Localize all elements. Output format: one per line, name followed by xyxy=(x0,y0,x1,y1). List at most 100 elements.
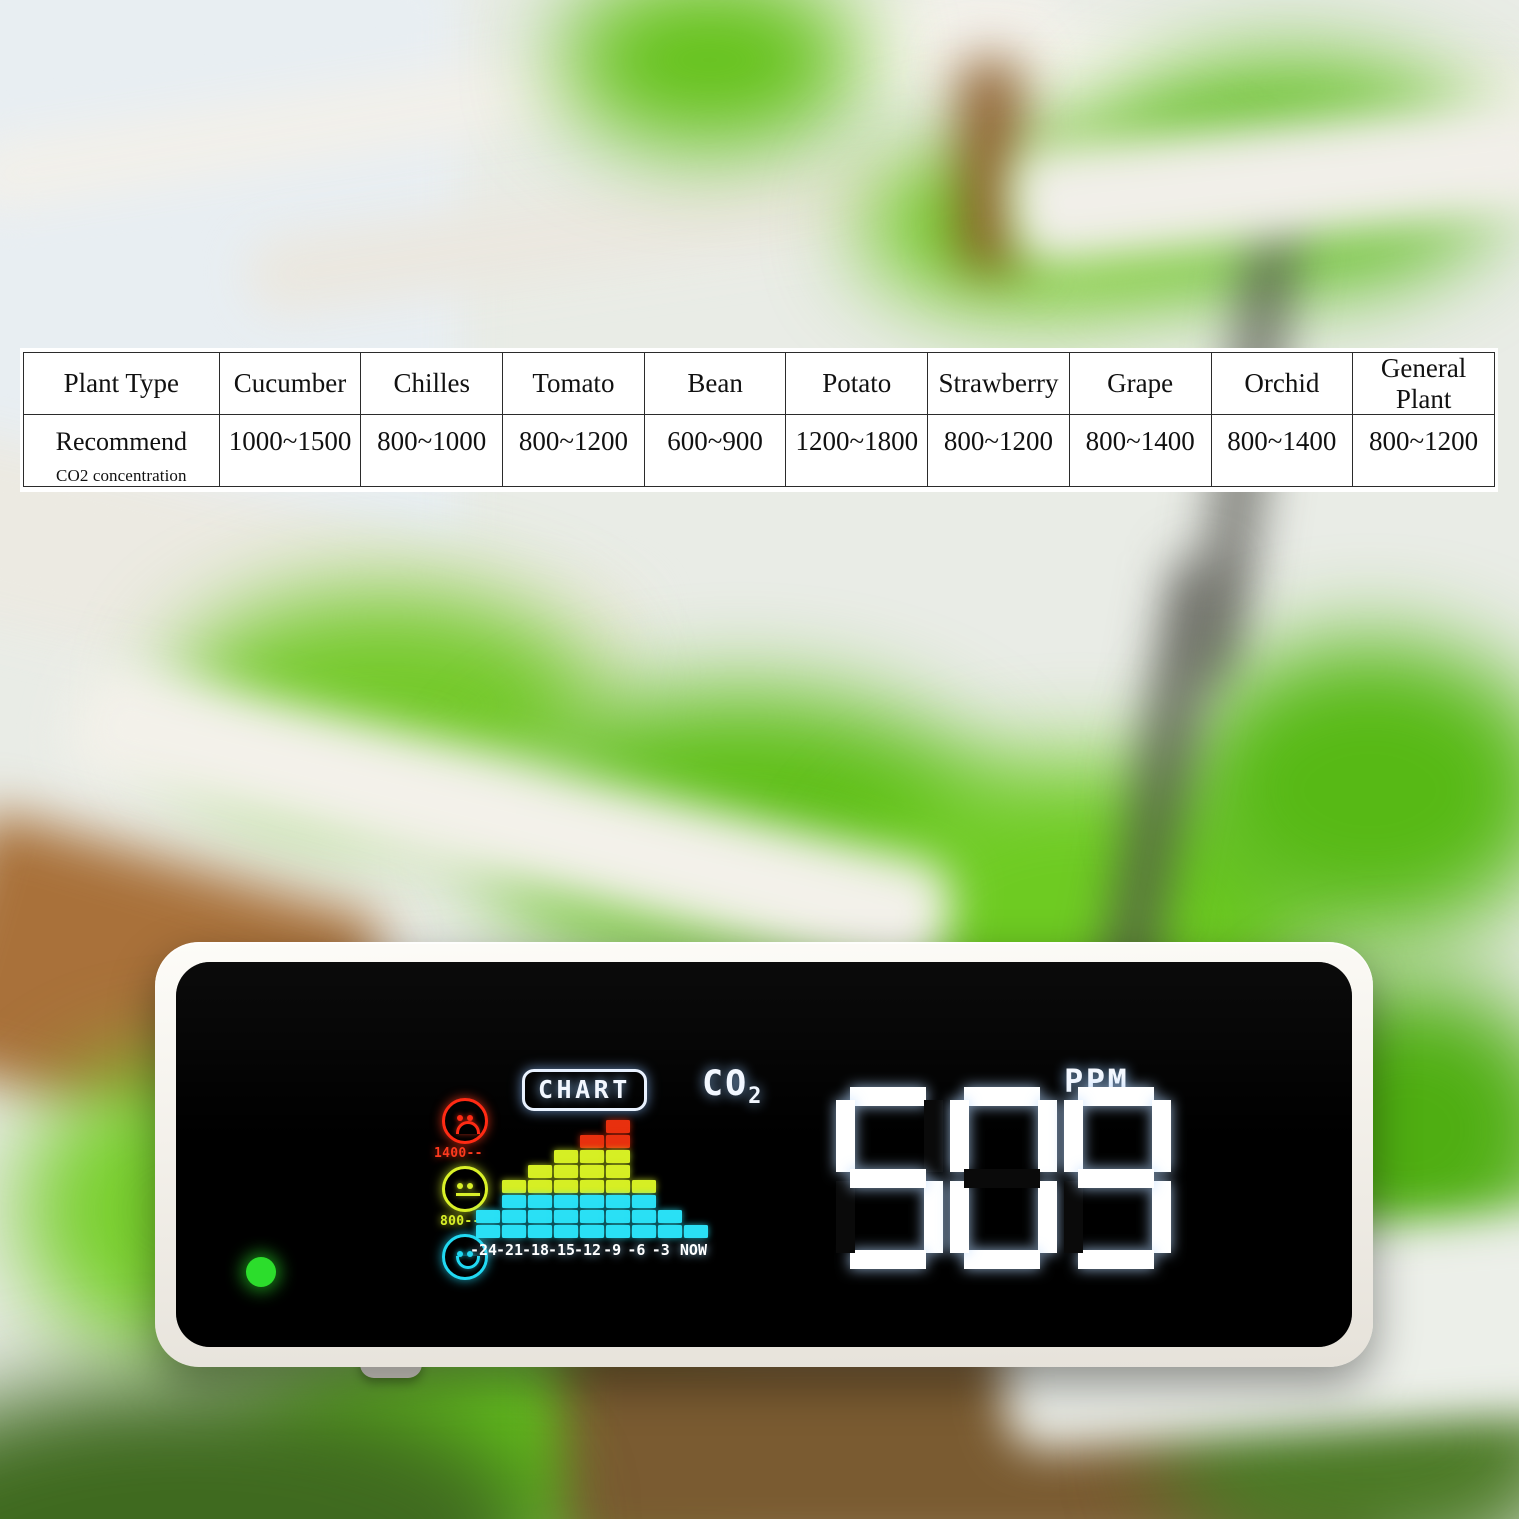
bar-cell xyxy=(554,1180,578,1193)
bar-cell xyxy=(528,1165,552,1178)
bar-cell xyxy=(606,1120,630,1133)
bar-cell xyxy=(606,1165,630,1178)
bar-cell xyxy=(606,1150,630,1163)
bar-cell xyxy=(580,1150,604,1163)
segment-g xyxy=(850,1169,926,1188)
segment-f xyxy=(950,1100,969,1172)
co2-history-bar-chart xyxy=(476,1106,708,1238)
table-header-grape: Grape xyxy=(1068,352,1212,415)
segment-e xyxy=(836,1181,855,1253)
axis-tick-21: -21 xyxy=(496,1241,524,1259)
bar-cell xyxy=(580,1135,604,1148)
table-header-cucumber: Cucumber xyxy=(218,352,362,415)
table-header-row: Plant Type Cucumber Chilles Tomato Bean … xyxy=(23,352,1495,415)
table-value-row: Recommend CO2 concentration 1000~1500 80… xyxy=(23,413,1495,488)
bar-cell xyxy=(528,1195,552,1208)
segment-g xyxy=(964,1169,1040,1188)
segment-d xyxy=(964,1250,1040,1269)
bar-cell xyxy=(606,1195,630,1208)
table-value-orchid: 800~1400 xyxy=(1210,413,1354,488)
table-value-general-plant: 800~1200 xyxy=(1352,413,1495,488)
power-led-indicator xyxy=(246,1257,276,1287)
recommended-co2-table: Plant Type Cucumber Chilles Tomato Bean … xyxy=(20,348,1498,493)
bar-column-6 xyxy=(632,1180,656,1238)
threshold-low-label: 800-- xyxy=(440,1214,481,1229)
segment-e xyxy=(1064,1181,1083,1253)
co2-subscript: 2 xyxy=(748,1084,762,1109)
bar-cell xyxy=(658,1210,682,1223)
bar-cell xyxy=(476,1210,500,1223)
co2-gas-label: CO2 xyxy=(702,1064,761,1109)
table-header-orchid: Orchid xyxy=(1210,352,1354,415)
neutral-face-eye-left xyxy=(457,1183,463,1189)
axis-tick-18: -18 xyxy=(522,1241,550,1259)
table-row-label: Recommend CO2 concentration xyxy=(23,413,220,488)
axis-tick-24: -24 xyxy=(470,1241,498,1259)
bar-column-21 xyxy=(502,1180,526,1238)
co2-label-text: CO xyxy=(702,1064,749,1104)
bar-column-15 xyxy=(554,1150,578,1238)
segment-b xyxy=(1038,1100,1057,1172)
chart-mode-badge[interactable]: CHART xyxy=(522,1069,647,1111)
axis-tick-NOW: NOW xyxy=(679,1241,707,1259)
sad-face-eye-left xyxy=(457,1115,463,1121)
segment-b xyxy=(1152,1100,1171,1172)
bar-cell xyxy=(606,1135,630,1148)
segment-a xyxy=(850,1087,926,1106)
bar-cell xyxy=(606,1180,630,1193)
bar-cell xyxy=(580,1225,604,1238)
axis-tick-3: -3 xyxy=(651,1241,670,1259)
bar-column-12 xyxy=(580,1135,604,1238)
seven-segment-digit-2 xyxy=(1062,1085,1171,1271)
table-header-tomato: Tomato xyxy=(502,352,645,415)
bar-cell xyxy=(502,1195,526,1208)
co2-monitor-device xyxy=(155,942,1373,1367)
table-value-grape: 800~1400 xyxy=(1068,413,1212,488)
axis-tick-12: -12 xyxy=(574,1241,602,1259)
segment-g xyxy=(1078,1169,1154,1188)
bar-column-9 xyxy=(606,1120,630,1238)
bar-cell xyxy=(554,1225,578,1238)
bg-bracket-rust xyxy=(960,60,1020,270)
bg-foliage-a xyxy=(560,0,860,150)
bar-cell xyxy=(580,1165,604,1178)
table-value-tomato: 800~1200 xyxy=(502,413,645,488)
bar-cell xyxy=(580,1195,604,1208)
axis-tick-15: -15 xyxy=(548,1241,576,1259)
table-value-potato: 1200~1800 xyxy=(785,413,929,488)
bar-cell xyxy=(658,1225,682,1238)
segment-c xyxy=(1152,1181,1171,1253)
segment-a xyxy=(1078,1087,1154,1106)
bar-column-24 xyxy=(476,1210,500,1238)
table-row-label-line1: Recommend xyxy=(55,427,188,456)
bar-cell xyxy=(632,1195,656,1208)
bar-cell xyxy=(684,1225,708,1238)
co2-reading-value xyxy=(810,1078,1171,1278)
neutral-face-eye-right xyxy=(467,1183,473,1189)
segment-c xyxy=(924,1181,943,1253)
device-screen xyxy=(176,962,1352,1347)
bar-cell xyxy=(528,1225,552,1238)
segment-d xyxy=(1078,1250,1154,1269)
co2-history-axis-labels: -24 -21 -18 -15 -12 -9 -6 -3 NOW xyxy=(470,1241,714,1259)
bar-cell xyxy=(554,1210,578,1223)
bar-cell xyxy=(528,1180,552,1193)
table-header-bean: Bean xyxy=(643,352,787,415)
bar-cell xyxy=(502,1210,526,1223)
segment-c xyxy=(1038,1181,1057,1253)
table-row-label-line2: CO2 concentration xyxy=(56,466,187,486)
segment-d xyxy=(850,1250,926,1269)
axis-tick-9: -9 xyxy=(603,1241,622,1259)
table-value-cucumber: 1000~1500 xyxy=(218,413,362,488)
plant-type-table: Plant Type Cucumber Chilles Tomato Bean … xyxy=(23,352,1495,488)
seven-segment-digit-1 xyxy=(948,1085,1057,1271)
table-header-plant-type: Plant Type xyxy=(23,352,220,415)
segment-e xyxy=(950,1181,969,1253)
table-header-strawberry: Strawberry xyxy=(927,352,1070,415)
bar-cell xyxy=(502,1180,526,1193)
bar-cell xyxy=(502,1225,526,1238)
bar-cell xyxy=(528,1210,552,1223)
segment-a xyxy=(964,1087,1040,1106)
seven-segment-digit-0 xyxy=(834,1085,943,1271)
segment-b xyxy=(924,1100,943,1172)
